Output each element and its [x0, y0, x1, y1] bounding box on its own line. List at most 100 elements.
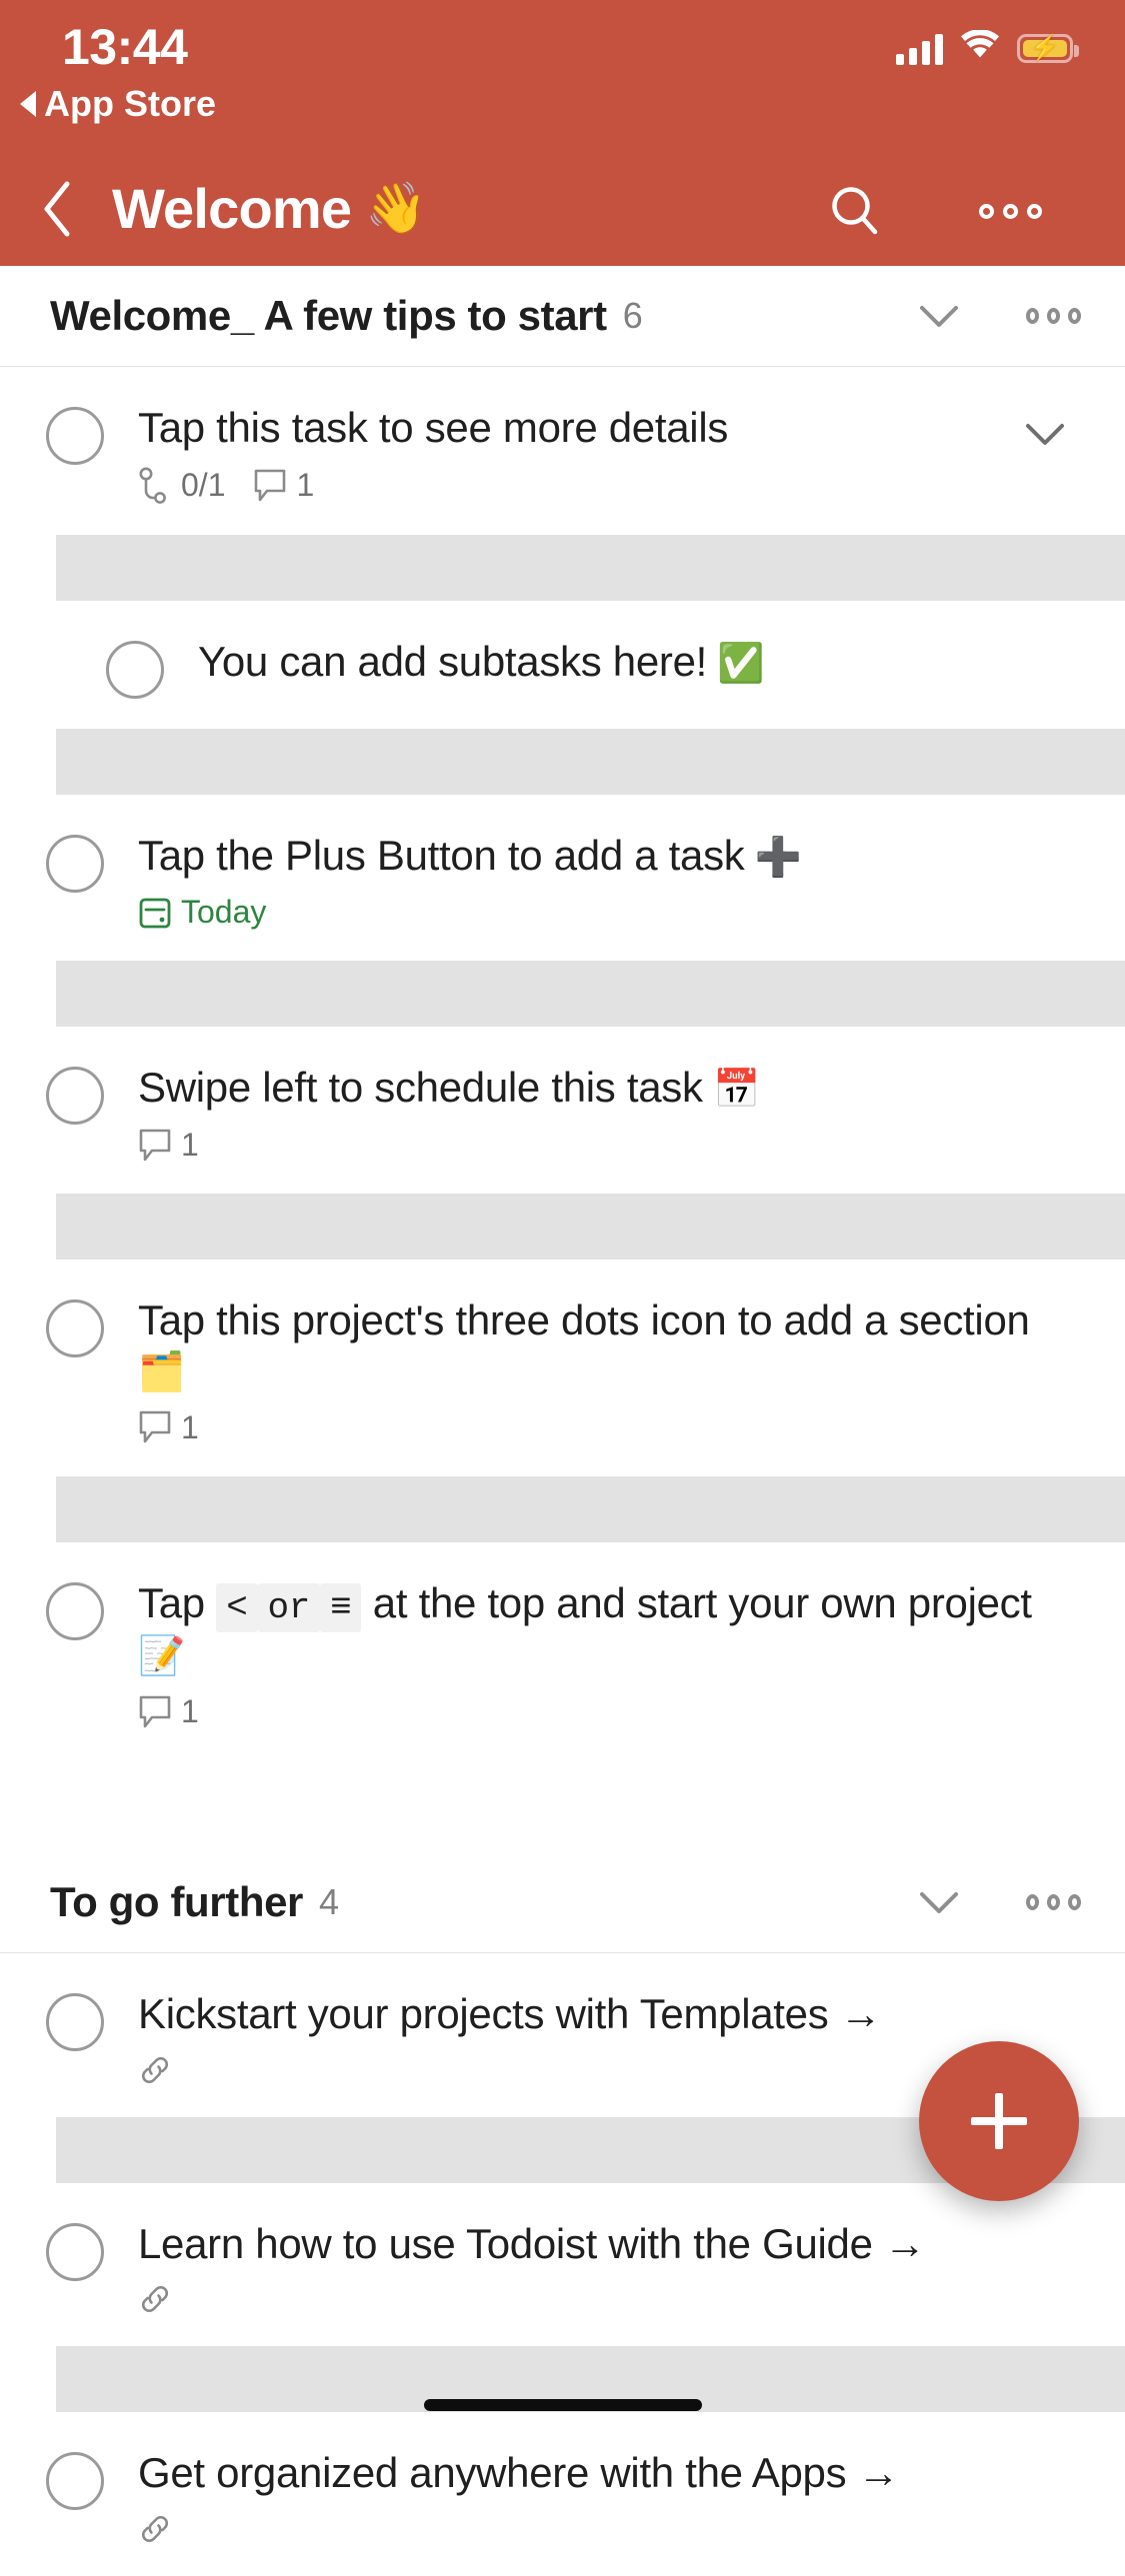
task-meta-label: Today	[181, 894, 267, 931]
status-bar-indicators: ⚡	[896, 29, 1079, 67]
cellular-bars-icon	[896, 33, 943, 65]
comment-icon	[139, 1411, 171, 1443]
task-divider	[56, 728, 1125, 795]
task-meta-label: 1	[181, 1127, 199, 1164]
status-bar-back-label: App Store	[44, 83, 217, 124]
task-checkbox[interactable]	[46, 2222, 104, 2281]
more-dot-2	[1002, 203, 1018, 219]
task-title: Kickstart your projects with Templates →	[138, 1989, 1085, 2039]
task-emoji-icon: 📝	[138, 1635, 186, 1678]
section-collapse-button[interactable]	[897, 301, 981, 331]
task-metadata: 1	[138, 1127, 1085, 1164]
task-meta-item	[138, 2512, 172, 2546]
task-meta-item: 1	[253, 467, 314, 504]
task-row[interactable]: Tap < or ≡ at the top and start your own p…	[0, 1542, 1125, 1760]
task-checkbox[interactable]	[46, 407, 104, 465]
task-title-text: Tap this task to see more details	[138, 404, 729, 451]
more-dot-1	[1026, 308, 1039, 324]
task-checkbox[interactable]	[46, 1067, 104, 1126]
task-row[interactable]: Swipe left to schedule this task 📅 1	[0, 1027, 1125, 1194]
more-options-button[interactable]	[955, 178, 1065, 244]
task-row[interactable]: Get organized anywhere with the Apps →	[0, 2412, 1125, 2576]
task-emoji-icon: 📅	[702, 1069, 760, 1112]
comment-icon	[255, 469, 286, 501]
task-title-text: Tap the Plus Button to add a task	[138, 831, 745, 879]
task-row[interactable]: Tap the Plus Button to add a task ➕ Today	[0, 795, 1125, 962]
task-title-text: Get organized anywhere with the Apps →	[138, 2449, 900, 2497]
task-title-text: at the top and start your own project	[361, 1578, 1032, 1626]
task-emoji-icon: 🗂️	[138, 1351, 186, 1394]
navigation-bar: Welcome 👋	[0, 150, 1125, 266]
task-body: Tap this task to see more details 0/1 1	[138, 403, 1005, 505]
task-meta-label: 1	[296, 467, 315, 504]
section-header[interactable]: To go further 4	[0, 1852, 1125, 1952]
link-icon	[142, 2515, 168, 2542]
task-title-text: You can add subtasks here!	[198, 637, 708, 685]
task-title-text: Kickstart your projects with Templates →	[138, 1990, 882, 2038]
task-body: Tap the Plus Button to add a task ➕ Today	[138, 831, 1085, 932]
task-meta-item: Today	[138, 894, 266, 931]
back-button[interactable]	[16, 174, 96, 244]
battery-charging-icon: ⚡	[1017, 34, 1079, 63]
task-checkbox[interactable]	[46, 1993, 104, 2052]
task-title: Tap < or ≡ at the top and start your own p…	[138, 1578, 1085, 1679]
inline-code: ≡	[320, 1582, 362, 1632]
task-checkbox[interactable]	[46, 834, 104, 893]
task-metadata: 0/1 1	[138, 467, 1005, 505]
task-title: Swipe left to schedule this task 📅	[138, 1063, 1085, 1113]
task-metadata: 1	[138, 1693, 1085, 1730]
task-meta-item: 1	[138, 1127, 199, 1164]
section-more-button[interactable]	[981, 1894, 1081, 1911]
task-meta-label: 1	[181, 1408, 199, 1445]
add-task-fab[interactable]	[919, 2041, 1079, 2201]
section-collapse-button[interactable]	[897, 1887, 981, 1917]
more-dot-3	[1068, 308, 1081, 324]
task-title: Tap this project's three dots icon to ad…	[138, 1295, 1085, 1395]
task-emoji-icon: ✅	[707, 642, 765, 685]
task-meta-item: 0/1	[138, 467, 225, 505]
task-expand-button[interactable]	[1005, 403, 1085, 449]
task-meta-label: 1	[181, 1693, 199, 1730]
task-title: Tap this task to see more details	[138, 403, 1005, 453]
section-more-button[interactable]	[981, 308, 1081, 324]
task-row[interactable]: Tap this project's three dots icon to ad…	[0, 1260, 1125, 1476]
task-title: Learn how to use Todoist with the Guide …	[138, 2219, 1085, 2269]
task-title-text: Learn how to use Todoist with the Guide …	[138, 2219, 926, 2267]
task-body: Swipe left to schedule this task 📅 1	[138, 1063, 1085, 1164]
task-body: Learn how to use Todoist with the Guide …	[138, 2219, 1085, 2317]
inline-code: or	[257, 1582, 321, 1632]
waving-hand-icon: 👋	[365, 180, 427, 236]
status-bar: 13:44 App Store ⚡	[0, 0, 1125, 150]
home-indicator	[423, 2399, 702, 2411]
task-metadata	[138, 2282, 1085, 2316]
task-row[interactable]: Learn how to use Todoist with the Guide …	[0, 2183, 1125, 2347]
task-checkbox[interactable]	[46, 1299, 104, 1358]
task-body: You can add subtasks here! ✅	[198, 637, 1085, 687]
task-meta-item: 1	[138, 1409, 199, 1446]
section-title: Welcome_ A few tips to start	[50, 292, 607, 339]
section-header[interactable]: Welcome_ A few tips to start 6	[0, 266, 1125, 366]
app-header: 13:44 App Store ⚡ Welcome 👋	[0, 0, 1125, 266]
task-metadata: 1	[138, 1409, 1085, 1446]
task-title: Get organized anywhere with the Apps →	[138, 2448, 1085, 2498]
status-bar-back-to-app-store[interactable]: App Store	[20, 83, 216, 125]
task-checkbox[interactable]	[106, 640, 164, 699]
task-row[interactable]: Tap this task to see more details 0/1 1	[0, 367, 1125, 535]
wifi-icon	[960, 29, 1000, 67]
task-title-text: Tap	[138, 1578, 217, 1626]
comment-icon	[139, 1695, 171, 1727]
status-bar-time: 13:44	[62, 19, 188, 75]
task-body: Tap this project's three dots icon to ad…	[138, 1295, 1085, 1446]
more-dot-1	[1026, 1894, 1039, 1911]
task-meta-item	[138, 2053, 172, 2087]
section-task-count: 6	[622, 295, 643, 336]
task-emoji-icon: ➕	[744, 836, 802, 879]
search-button[interactable]	[810, 178, 900, 244]
subtask-row[interactable]: You can add subtasks here! ✅	[0, 601, 1125, 729]
task-body: Get organized anywhere with the Apps →	[138, 2448, 1085, 2546]
more-dot-3	[1068, 1894, 1081, 1911]
task-divider	[56, 1475, 1125, 1542]
task-checkbox[interactable]	[46, 1581, 104, 1640]
task-checkbox[interactable]	[46, 2452, 104, 2511]
more-dot-3	[1026, 203, 1042, 219]
